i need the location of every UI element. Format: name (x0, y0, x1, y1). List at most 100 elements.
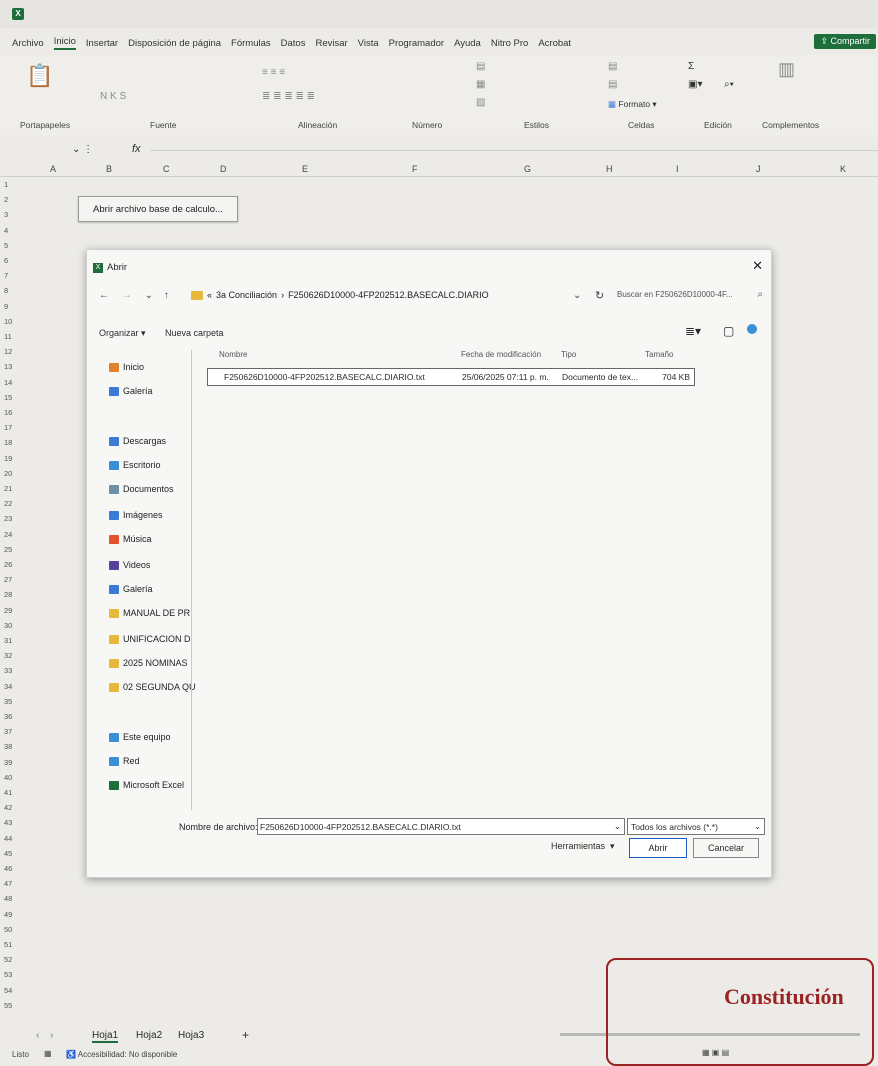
sheet-tab-1[interactable]: Hoja1 (92, 1030, 119, 1043)
sidebar-item-m-sica[interactable]: Música (109, 534, 152, 544)
row-number[interactable]: 13 (4, 362, 12, 371)
delete-cells-icon[interactable]: ▤ (608, 79, 617, 90)
row-number[interactable]: 15 (4, 393, 12, 402)
sidebar-item-descargas[interactable]: Descargas (109, 436, 166, 446)
row-number[interactable]: 32 (4, 651, 12, 660)
row-number[interactable]: 43 (4, 818, 12, 827)
conditional-format-icon[interactable]: ▤ (476, 61, 485, 72)
menu-archivo[interactable]: Archivo (12, 38, 44, 49)
menu-ayuda[interactable]: Ayuda (454, 38, 481, 49)
row-number[interactable]: 46 (4, 864, 12, 873)
organize-button[interactable]: Organizar ▾ (99, 328, 146, 339)
sidebar-item-videos[interactable]: Videos (109, 560, 150, 570)
sidebar-item-escritorio[interactable]: Escritorio (109, 460, 161, 470)
column-date-header[interactable]: Fecha de modificación (461, 350, 541, 359)
paste-icon[interactable]: 📋 (26, 63, 53, 89)
sidebar-item-documentos[interactable]: Documentos (109, 484, 174, 494)
column-header-b[interactable]: B (106, 164, 112, 174)
row-number[interactable]: 45 (4, 849, 12, 858)
row-number[interactable]: 38 (4, 742, 12, 751)
row-number[interactable]: 44 (4, 834, 12, 843)
menu-disposici-n-de-p-gina[interactable]: Disposición de página (128, 38, 221, 49)
column-header-f[interactable]: F (412, 164, 418, 174)
row-number[interactable]: 52 (4, 955, 12, 964)
tab-scroll-left-icon[interactable]: ‹ (36, 1030, 39, 1041)
row-number[interactable]: 39 (4, 758, 12, 767)
sidebar-item-inicio[interactable]: Inicio (109, 362, 144, 372)
format-button[interactable]: ▦ Formato ▾ (608, 99, 657, 110)
row-number[interactable]: 49 (4, 910, 12, 919)
tab-scroll-right-icon[interactable]: › (50, 1030, 53, 1041)
sidebar-item-galer-a[interactable]: Galería (109, 386, 153, 396)
sidebar-item-manual-de-pr[interactable]: MANUAL DE PR (109, 608, 190, 618)
menu-revisar[interactable]: Revisar (315, 38, 347, 49)
row-number[interactable]: 36 (4, 712, 12, 721)
row-number[interactable]: 3 (4, 210, 8, 219)
row-number[interactable]: 48 (4, 894, 12, 903)
addins-icon[interactable]: ▥ (778, 59, 795, 80)
menu-insertar[interactable]: Insertar (86, 38, 118, 49)
row-number[interactable]: 16 (4, 408, 12, 417)
pane-divider[interactable] (191, 350, 192, 810)
menu-vista[interactable]: Vista (358, 38, 379, 49)
row-number[interactable]: 12 (4, 347, 12, 356)
recent-dropdown-icon[interactable]: ⌄ (145, 290, 153, 301)
row-number[interactable]: 1 (4, 180, 8, 189)
row-number[interactable]: 7 (4, 271, 8, 280)
align-text-icon[interactable]: ≣ ≣ ≣ ≣ ≣ (262, 91, 315, 102)
search-input[interactable]: Buscar en F250626D10000-4F... ⌕ (617, 289, 763, 300)
refresh-icon[interactable]: ↻ (595, 289, 604, 302)
row-number[interactable]: 41 (4, 788, 12, 797)
breadcrumb-item[interactable]: 3a Conciliación (216, 290, 277, 300)
menu-inicio[interactable]: Inicio (53, 36, 76, 50)
name-box-dropdown-icon[interactable]: ⌄ ⋮ (72, 144, 93, 155)
row-number[interactable]: 27 (4, 575, 12, 584)
sidebar-item-unificacion-d[interactable]: UNIFICACION D (109, 634, 191, 644)
row-number[interactable]: 37 (4, 727, 12, 736)
row-number[interactable]: 19 (4, 454, 12, 463)
column-size-header[interactable]: Tamaño (645, 350, 673, 359)
sidebar-item-2025-nominas[interactable]: 2025 NOMINAS (109, 658, 188, 668)
row-number[interactable]: 18 (4, 438, 12, 447)
row-number[interactable]: 21 (4, 484, 12, 493)
row-number[interactable]: 17 (4, 423, 12, 432)
sidebar-item-este-equipo[interactable]: Este equipo (109, 732, 171, 742)
cancel-button[interactable]: Cancelar (693, 838, 759, 858)
address-dropdown-icon[interactable]: ⌄ (573, 290, 581, 301)
row-number[interactable]: 23 (4, 514, 12, 523)
column-header-a[interactable]: A (50, 164, 56, 174)
row-number[interactable]: 35 (4, 697, 12, 706)
open-button[interactable]: Abrir (629, 838, 687, 858)
function-icon[interactable]: fx (132, 143, 141, 155)
column-header-h[interactable]: H (606, 164, 613, 174)
sidebar-item-im-genes[interactable]: Imágenes (109, 510, 163, 520)
row-number[interactable]: 40 (4, 773, 12, 782)
preview-pane-icon[interactable]: ▢ (723, 324, 734, 338)
row-number[interactable]: 9 (4, 302, 8, 311)
menu-f-rmulas[interactable]: Fórmulas (231, 38, 271, 49)
insert-cells-icon[interactable]: ▤ (608, 61, 617, 72)
row-number[interactable]: 4 (4, 226, 8, 235)
row-number[interactable]: 10 (4, 317, 12, 326)
sidebar-item-microsoft-excel[interactable]: Microsoft Excel (109, 780, 184, 790)
filename-input[interactable]: F250626D10000-4FP202512.BASECALC.DIARIO.… (257, 818, 625, 835)
row-number[interactable]: 25 (4, 545, 12, 554)
fill-icon[interactable]: ▣▾ (688, 79, 702, 90)
close-icon[interactable]: ✕ (752, 258, 763, 274)
menu-programador[interactable]: Programador (389, 38, 444, 49)
row-number[interactable]: 14 (4, 378, 12, 387)
column-header-g[interactable]: G (524, 164, 531, 174)
row-number[interactable]: 6 (4, 256, 8, 265)
sidebar-item-galer-a[interactable]: Galería (109, 584, 153, 594)
column-header-j[interactable]: J (756, 164, 761, 174)
row-number[interactable]: 42 (4, 803, 12, 812)
column-type-header[interactable]: Tipo (561, 350, 576, 359)
row-number[interactable]: 11 (4, 332, 12, 341)
row-number[interactable]: 51 (4, 940, 12, 949)
sheet-tab-3[interactable]: Hoja3 (178, 1030, 204, 1041)
column-header-d[interactable]: D (220, 164, 227, 174)
filetype-select[interactable]: Todos los archivos (*.*) ⌄ (627, 818, 765, 835)
formula-input[interactable] (150, 150, 878, 151)
row-number[interactable]: 20 (4, 469, 12, 478)
breadcrumb-item[interactable]: F250626D10000-4FP202512.BASECALC.DIARIO (288, 290, 489, 300)
